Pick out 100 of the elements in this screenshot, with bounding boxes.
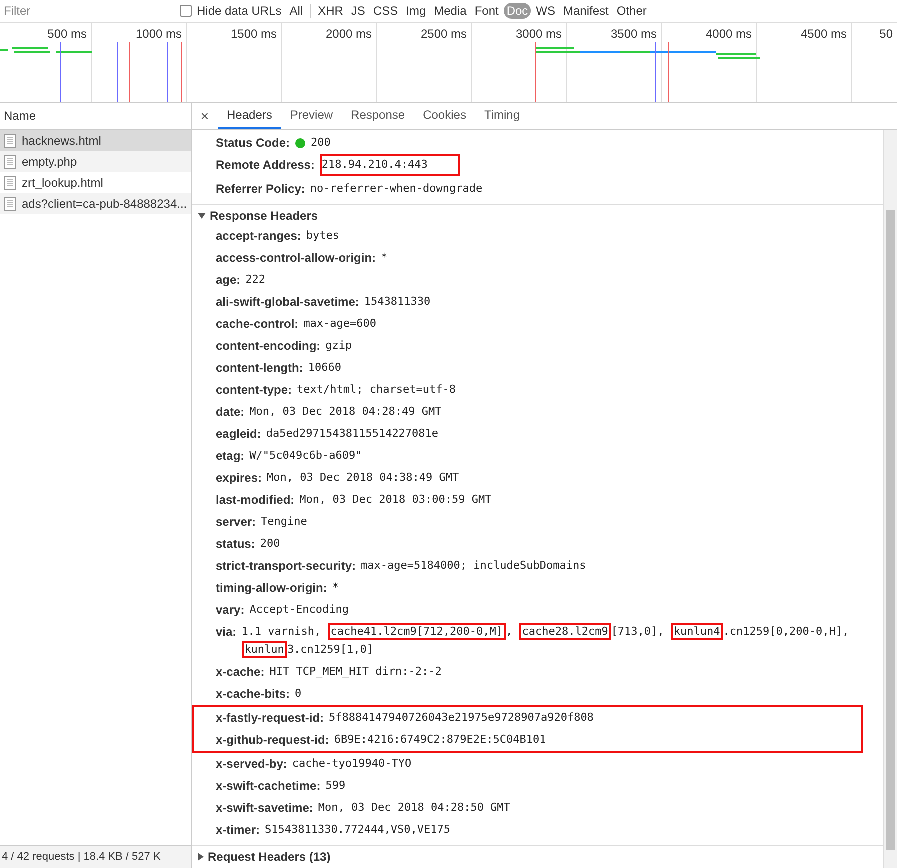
request-name: ads?client=ca-pub-84888234... [22, 196, 188, 210]
request-row[interactable]: empty.php [0, 151, 191, 172]
header-name: x-github-request-id: [216, 732, 330, 749]
header-value: 1.1 varnish, cache41.l2cm9[712,200-0,M] , cache28.l2cm9 [713,0], kunlun4 .cn1259[0,200-0,H], kunlun 3.cn1259[1,0] [242, 623, 850, 659]
section-toggle[interactable]: Response Headers [192, 205, 883, 225]
header-value: 218.94.210.4:443 [320, 154, 460, 176]
header-value: 1543811330 [364, 294, 431, 310]
tab[interactable]: Headers [218, 103, 282, 129]
header-name: etag: [216, 448, 245, 465]
time-tick-label: 2000 ms [282, 23, 377, 102]
type-filter-button[interactable]: Media [431, 3, 470, 19]
time-tick-label: 1500 ms [187, 23, 282, 102]
header-name: x-cache: [216, 664, 265, 681]
header-value: 10660 [308, 360, 342, 376]
type-filter-button[interactable]: Font [472, 3, 502, 19]
request-row[interactable]: hacknews.html [0, 130, 191, 151]
header-value: 5f8884147940726043e21975e9728907a920f808 [329, 710, 594, 726]
type-filter-button[interactable]: Img [403, 3, 430, 19]
type-filter-button[interactable]: Manifest [560, 3, 612, 19]
header-value: 599 [326, 778, 346, 794]
header-name: Status Code: [216, 135, 290, 152]
request-row[interactable]: zrt_lookup.html [0, 172, 191, 193]
header-name: x-fastly-request-id: [216, 710, 324, 727]
tab[interactable]: Response [342, 103, 414, 129]
tab[interactable]: Preview [281, 103, 342, 129]
header-value: no-referrer-when-downgrade [310, 181, 483, 197]
section-toggle[interactable]: Request Headers (13) [192, 846, 883, 866]
header-name: Referrer Policy: [216, 181, 306, 198]
type-filter-button[interactable]: WS [533, 3, 559, 19]
header-value: Accept-Encoding [250, 602, 350, 618]
header-name: content-type: [216, 382, 292, 399]
header-value: Mon, 03 Dec 2018 03:00:59 GMT [300, 492, 492, 508]
header-name: via: [216, 624, 237, 641]
header-name: x-timer: [216, 822, 260, 839]
time-tick-label: 500 ms [0, 23, 92, 102]
document-icon [4, 176, 16, 190]
scrollbar[interactable] [883, 130, 897, 868]
header-name: x-swift-cachetime: [216, 778, 321, 795]
close-button[interactable]: × [192, 103, 218, 129]
time-tick-label: 4000 ms [662, 23, 757, 102]
header-name: access-control-allow-origin: [216, 250, 376, 267]
header-value: Mon, 03 Dec 2018 04:38:49 GMT [267, 470, 460, 486]
header-name: last-modified: [216, 492, 295, 509]
header-name: strict-transport-security: [216, 558, 356, 575]
header-name: content-encoding: [216, 338, 321, 355]
header-value: da5ed29715438115514227081e [266, 426, 439, 442]
request-name: hacknews.html [22, 134, 102, 148]
document-icon [4, 154, 16, 168]
header-value: text/html; charset=utf-8 [297, 382, 456, 398]
request-name: empty.php [22, 154, 78, 168]
checkbox-label: Hide data URLs [197, 4, 282, 18]
type-filter-button[interactable]: JS [348, 3, 368, 19]
header-value: 222 [246, 272, 266, 288]
header-value: Mon, 03 Dec 2018 04:28:50 GMT [318, 800, 510, 816]
tab[interactable]: Timing [475, 103, 530, 129]
header-name: age: [216, 272, 241, 289]
header-name: eagleid: [216, 426, 262, 443]
header-value: cache-tyo19940-TYO [292, 756, 412, 772]
header-name: accept-ranges: [216, 228, 302, 245]
header-name: timing-allow-origin: [216, 580, 328, 597]
type-filter-button[interactable]: All [286, 3, 306, 19]
header-value: gzip [326, 338, 352, 354]
header-value: HIT TCP_MEM_HIT dirn:-2:-2 [270, 664, 442, 680]
header-name: expires: [216, 470, 262, 487]
header-value: * [332, 580, 339, 596]
time-tick-label: 2500 ms [377, 23, 472, 102]
request-name: zrt_lookup.html [22, 176, 104, 190]
header-name: date: [216, 404, 245, 421]
header-value: 6B9E:4216:6749C2:879E2E:5C04B101 [334, 732, 546, 748]
header-name: status: [216, 536, 256, 553]
header-name: content-length: [216, 360, 304, 377]
header-name: x-cache-bits: [216, 686, 290, 703]
header-value: 200 [311, 135, 331, 151]
header-name: vary: [216, 602, 245, 619]
header-value: 200 [260, 536, 280, 552]
header-value: 0 [295, 686, 302, 702]
header-value: Mon, 03 Dec 2018 04:28:49 GMT [250, 404, 442, 420]
tab[interactable]: Cookies [414, 103, 476, 129]
document-icon [4, 196, 16, 210]
header-value: max-age=5184000; includeSubDomains [361, 558, 586, 574]
header-name: cache-control: [216, 316, 299, 333]
header-value: max-age=600 [304, 316, 377, 332]
type-filter-button[interactable]: CSS [370, 3, 402, 19]
time-tick-label: 4500 ms [757, 23, 852, 102]
header-value: * [381, 250, 388, 266]
time-tick-label: 1000 ms [92, 23, 187, 102]
document-icon [4, 134, 16, 148]
header-name: x-served-by: [216, 756, 288, 773]
type-filter-button[interactable]: XHR [315, 3, 346, 19]
header-name: ali-swift-global-savetime: [216, 294, 360, 311]
time-tick-label: 3000 ms [472, 23, 567, 102]
checkbox[interactable] [180, 5, 192, 17]
time-tick-label: 3500 ms [567, 23, 662, 102]
status-dot-icon [295, 138, 306, 148]
header-value: Tengine [261, 514, 308, 530]
header-value: W/"5c049c6b-a609" [250, 448, 362, 464]
header-value: bytes [306, 228, 340, 244]
type-filter-button[interactable]: Other [614, 3, 650, 19]
header-name: x-swift-savetime: [216, 800, 314, 817]
request-row[interactable]: ads?client=ca-pub-84888234... [0, 193, 191, 214]
